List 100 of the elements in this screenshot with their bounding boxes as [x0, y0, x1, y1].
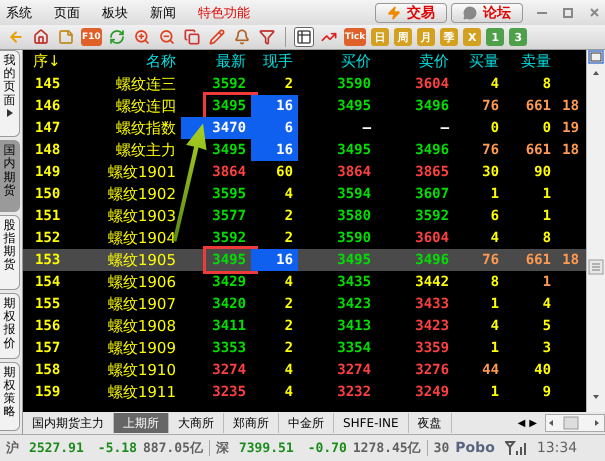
table-cell-text: 145: [34, 75, 62, 94]
quote-row[interactable]: 150 螺纹1902 3595 4 3594 3607 1 1: [23, 183, 586, 205]
side-tab[interactable]: 期权报价: [0, 293, 20, 359]
toolbar-button[interactable]: Tick: [344, 28, 366, 46]
menu-item[interactable]: 页面: [54, 4, 80, 22]
column-header[interactable]: 序↓: [23, 52, 71, 71]
table-cell: 661: [526, 98, 551, 114]
column-header[interactable]: 名称: [71, 52, 181, 71]
table-cell: 3249: [415, 384, 449, 400]
lightning-icon: [387, 6, 401, 20]
brand-logo: Pobo: [455, 440, 495, 456]
tab-scroll-button[interactable]: ◀: [516, 418, 528, 428]
notepad-icon: [58, 29, 74, 45]
quote-row[interactable]: 152 螺纹1904 3592 2 3590 3604 4 8: [23, 227, 586, 249]
menu-item[interactable]: 板块: [102, 4, 128, 22]
quote-row[interactable]: 159 螺纹1911 3235 4 3232 3249 1 9: [23, 381, 586, 403]
table-cell: 2: [284, 318, 293, 334]
table-cell: 3495: [337, 142, 371, 158]
menu-item[interactable]: 系统: [6, 4, 32, 22]
table-cell-text: 螺纹主力: [115, 140, 177, 160]
tab-scroll-button[interactable]: ▶: [527, 418, 539, 428]
horizontal-scrollbar[interactable]: [545, 414, 605, 432]
index-value: 7399.51: [238, 440, 294, 456]
table-cell-text: 螺纹1910: [106, 360, 177, 380]
column-header[interactable]: 现手: [251, 52, 298, 71]
toolbar-button[interactable]: F10: [81, 28, 102, 46]
table-cell: 76: [482, 252, 499, 268]
exchange-tab[interactable]: SHFE-INE: [334, 413, 409, 433]
table-cell: 4: [542, 296, 551, 312]
quote-row[interactable]: 147 螺纹指数 3470 6 — — 0 0 19: [23, 117, 586, 139]
table-cell: 76: [482, 142, 499, 158]
table-cell-text: 螺纹1909: [106, 338, 177, 358]
table-cell: 3604: [415, 230, 449, 246]
table-cell: 5: [542, 318, 551, 334]
table-cell: 3235: [212, 384, 246, 400]
side-tab[interactable]: 股指期货: [0, 214, 20, 290]
table-cell: 3590: [337, 76, 371, 92]
quote-row[interactable]: 155 螺纹1907 3420 2 3423 3433 1 4: [23, 293, 586, 315]
table-cell: 4: [490, 318, 499, 334]
table-cell: 661: [526, 142, 551, 158]
table-cell-text: 螺纹1907: [106, 294, 177, 314]
menu-item[interactable]: 特色功能: [198, 4, 250, 22]
table-cell: 3592: [212, 230, 246, 246]
index-value: 1278.45亿: [352, 440, 421, 457]
table-cell: 60: [276, 164, 293, 180]
index-value: -5.18: [98, 440, 137, 456]
exchange-tab[interactable]: 大商所: [169, 413, 224, 433]
table-cell: 3496: [415, 98, 449, 114]
quote-row[interactable]: 157 螺纹1909 3353 2 3354 3359 1 3: [23, 337, 586, 359]
table-cell-text: 154: [34, 273, 62, 292]
column-header[interactable]: 买量: [454, 52, 504, 71]
quote-row[interactable]: 154 螺纹1906 3429 4 3435 3442 8 1: [23, 271, 586, 293]
table-cell-text: 152: [34, 229, 62, 248]
table-cell: 1: [490, 384, 499, 400]
table-cell: 3864: [212, 164, 246, 180]
table-cell: 1: [542, 208, 551, 224]
trade-button[interactable]: 交易: [375, 2, 447, 22]
table-cell: 3435: [337, 274, 371, 290]
column-header[interactable]: 最新: [181, 52, 251, 71]
toolbar-button[interactable]: [294, 27, 314, 47]
menu-item[interactable]: 新闻: [150, 4, 176, 22]
table-cell: 40: [534, 362, 551, 378]
column-header[interactable]: 卖价: [376, 52, 454, 71]
table-cell: 3495: [212, 142, 246, 158]
table-icon: [296, 29, 312, 45]
quote-row[interactable]: 158 螺纹1910 3274 4 3274 3276 44 40: [23, 359, 586, 381]
side-tab[interactable]: 期权策略: [0, 362, 20, 431]
table-cell: 3495: [212, 98, 246, 114]
quote-row[interactable]: 151 螺纹1903 3577 2 3580 3592 6 1: [23, 205, 586, 227]
quote-row[interactable]: 153 螺纹1905 3495 16 3495 3496 76 661 18: [23, 249, 586, 271]
table-cell: —: [440, 120, 449, 136]
exchange-tab[interactable]: 夜盘: [408, 413, 452, 433]
quote-row[interactable]: 156 螺纹1908 3411 2 3413 3423 4 5: [23, 315, 586, 337]
side-tab[interactable]: 国内期货: [0, 140, 20, 212]
quote-row[interactable]: 145 螺纹连三 3592 2 3590 3604 4 8: [23, 73, 586, 95]
column-header[interactable]: 买价: [298, 52, 376, 71]
table-cell: 3590: [337, 230, 371, 246]
exchange-tab[interactable]: 郑商所: [224, 413, 279, 433]
quote-row[interactable]: 148 螺纹主力 3495 16 3495 3496 76 661 18: [23, 139, 586, 161]
exchange-tab[interactable]: 上期所: [114, 413, 169, 433]
column-header[interactable]: 卖量: [504, 52, 556, 71]
exchange-tab[interactable]: 中金所: [279, 413, 334, 433]
table-cell-text: 螺纹1906: [106, 272, 177, 292]
table-cell-text: 149: [34, 163, 62, 182]
table-cell: 2: [284, 230, 293, 246]
table-cell-text: 156: [34, 317, 62, 336]
table-cell: 4: [284, 362, 293, 378]
index-value: 30: [434, 440, 450, 456]
table-cell: 1: [490, 340, 499, 356]
table-cell-text: 159: [34, 383, 62, 402]
quote-row[interactable]: 149 螺纹1901 3864 60 3864 3865 30 90: [23, 161, 586, 183]
table-cell: 3495: [212, 252, 246, 268]
forum-button[interactable]: 论坛: [451, 2, 523, 22]
index-value: -0.70: [308, 440, 347, 456]
table-cell: 3411: [212, 318, 246, 334]
side-tab[interactable]: 我的页面: [0, 50, 20, 138]
market-label: 深: [216, 440, 229, 457]
index-value: 2527.91: [29, 440, 84, 456]
zoom-in-icon: [134, 29, 150, 45]
refresh-icon: [108, 29, 125, 45]
